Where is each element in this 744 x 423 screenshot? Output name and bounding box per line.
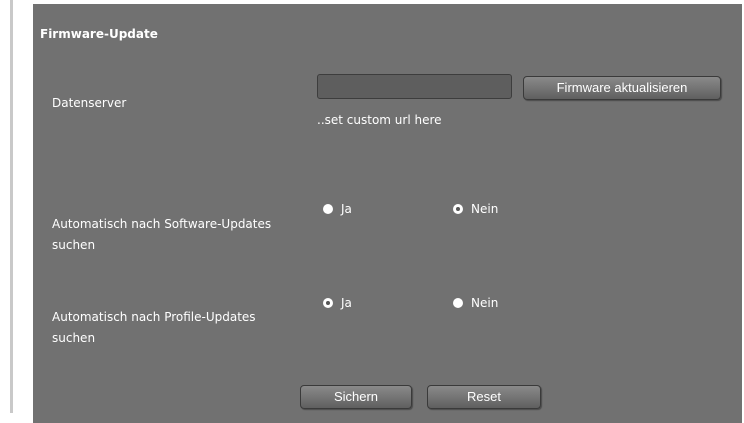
radio-checked-icon bbox=[323, 298, 333, 308]
save-button[interactable]: Sichern bbox=[300, 385, 412, 409]
software-updates-label: Automatisch nach Software-Updates suchen bbox=[52, 217, 272, 252]
profile-updates-no-radio[interactable]: Nein bbox=[453, 296, 498, 310]
radio-checked-icon bbox=[453, 204, 463, 214]
dataserver-url-input[interactable] bbox=[317, 74, 512, 99]
radio-icon bbox=[323, 204, 333, 214]
firmware-update-panel: Firmware-Update Datenserver Firmware akt… bbox=[33, 4, 742, 423]
firmware-update-button[interactable]: Firmware aktualisieren bbox=[523, 76, 721, 100]
radio-icon bbox=[453, 298, 463, 308]
dataserver-label: Datenserver bbox=[52, 96, 127, 110]
software-updates-no-radio[interactable]: Nein bbox=[453, 202, 498, 216]
profile-updates-label: Automatisch nach Profile-Updates suchen bbox=[52, 310, 256, 345]
reset-button[interactable]: Reset bbox=[427, 385, 541, 409]
section-title: Firmware-Update bbox=[40, 27, 158, 41]
software-updates-yes-radio[interactable]: Ja bbox=[323, 202, 352, 216]
left-divider bbox=[10, 0, 13, 413]
profile-updates-yes-radio[interactable]: Ja bbox=[323, 296, 352, 310]
dataserver-hint: ..set custom url here bbox=[317, 113, 442, 127]
